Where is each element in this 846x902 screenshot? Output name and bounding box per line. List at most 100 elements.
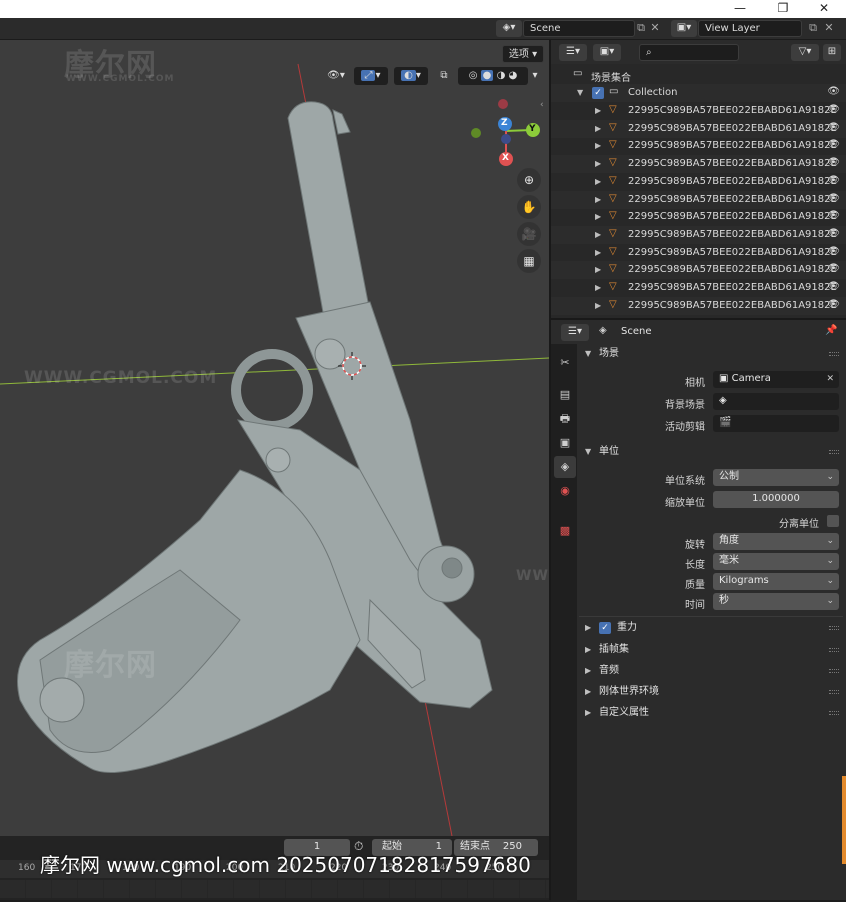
- eye-icon[interactable]: 👁: [827, 263, 840, 274]
- options-dropdown[interactable]: 选项 ▾: [502, 45, 544, 63]
- mass-select[interactable]: Kilograms ⌄: [713, 573, 839, 590]
- view-layer-remove-icon[interactable]: ✕: [822, 20, 836, 37]
- world-tab-icon[interactable]: ◉: [554, 480, 576, 502]
- eye-icon[interactable]: 👁: [827, 228, 840, 239]
- expand-triangle-icon[interactable]: ▶: [595, 124, 601, 133]
- output-tab-icon[interactable]: 🖶: [554, 408, 576, 430]
- panel-grip[interactable]: [829, 711, 839, 715]
- panel-grip[interactable]: [829, 690, 839, 694]
- units-panel-header[interactable]: ▼ 单位: [579, 442, 843, 462]
- time-select[interactable]: 秒 ⌄: [713, 593, 839, 610]
- tool-tab-icon[interactable]: ✂: [554, 352, 576, 374]
- scene-remove-icon[interactable]: ✕: [648, 20, 662, 37]
- unit-scale-field[interactable]: 1.000000: [713, 491, 839, 508]
- shading-dropdown-icon[interactable]: ▾: [528, 67, 542, 85]
- outliner-panel[interactable]: ☰▾ ▣▾ ⌕ ▽▾ ⊞ ▭ 场景集合 ▼ ✓ ▭ Collection 👁 ▶…: [549, 40, 846, 318]
- gizmo-y-label[interactable]: Y: [529, 124, 536, 134]
- gravity-panel-header[interactable]: ▶ ✓ 重力: [579, 618, 843, 638]
- outliner-object-row[interactable]: ▶ ▽ 22995C989BA57BEE022EBABD61A9182E 👁: [551, 261, 846, 280]
- grid-icon[interactable]: ▦: [517, 249, 541, 273]
- eye-icon[interactable]: 👁: [827, 175, 840, 186]
- expand-triangle-icon[interactable]: ▶: [595, 195, 601, 204]
- eye-icon[interactable]: 👁: [827, 246, 840, 257]
- outliner-object-row[interactable]: ▶ ▽ 22995C989BA57BEE022EBABD61A9182E 👁: [551, 137, 846, 155]
- visibility-icon[interactable]: 👁▾: [322, 67, 350, 85]
- expand-triangle-icon[interactable]: ▶: [595, 265, 601, 274]
- expand-triangle-icon[interactable]: ▶: [595, 106, 601, 115]
- scrollbar-indicator[interactable]: [842, 776, 846, 864]
- expand-triangle-icon[interactable]: ▶: [595, 301, 601, 310]
- expand-triangle-icon[interactable]: ▶: [595, 283, 601, 292]
- expand-triangle-icon[interactable]: ▼: [577, 88, 583, 97]
- hand-icon[interactable]: ✋: [517, 195, 541, 219]
- eye-icon[interactable]: 👁: [827, 299, 840, 310]
- outliner-filter-view-icon[interactable]: ▣▾: [593, 44, 621, 61]
- pin-icon[interactable]: 📌: [825, 325, 837, 336]
- rigid-body-panel-header[interactable]: ▶ 刚体世界环境: [579, 682, 843, 702]
- render-tab-icon[interactable]: ▤: [554, 384, 576, 406]
- panel-grip[interactable]: [829, 648, 839, 652]
- length-select[interactable]: 毫米 ⌄: [713, 553, 839, 570]
- properties-editor[interactable]: ☰▾ ◈ Scene 📌 ✂ ▤ 🖶 ▣ ◈ ◉ ▩ ▼ 场景 相机 ▣ Cam…: [549, 318, 846, 902]
- scene-panel-header[interactable]: ▼ 场景: [579, 344, 843, 364]
- minimize-button[interactable]: —: [722, 0, 758, 18]
- view-layer-copy-icon[interactable]: ⧉: [806, 20, 820, 37]
- outliner-object-row[interactable]: ▶ ▽ 22995C989BA57BEE022EBABD61A9182E 👁: [551, 208, 846, 226]
- camera-icon[interactable]: 🎥: [517, 222, 541, 246]
- eye-icon[interactable]: 👁: [827, 104, 840, 115]
- scene-name-field[interactable]: Scene: [523, 20, 635, 37]
- eye-icon[interactable]: 👁: [827, 210, 840, 221]
- timeline-track[interactable]: [0, 880, 549, 898]
- texture-tab-icon[interactable]: ▩: [554, 520, 576, 542]
- unit-system-select[interactable]: 公制 ⌄: [713, 469, 839, 486]
- scene-collection-row[interactable]: ▭ 场景集合: [551, 66, 846, 84]
- background-scene-field[interactable]: ◈: [713, 393, 839, 410]
- eye-icon[interactable]: 👁: [827, 86, 840, 97]
- panel-grip[interactable]: [829, 450, 839, 454]
- zoom-icon[interactable]: ⊕: [517, 168, 541, 192]
- overlay-toggle-icon[interactable]: ◐ ▾: [394, 67, 428, 85]
- editor-type-icon[interactable]: ☰▾: [561, 324, 589, 341]
- audio-panel-header[interactable]: ▶ 音频: [579, 661, 843, 681]
- close-window-button[interactable]: ✕: [806, 0, 842, 18]
- custom-props-panel-header[interactable]: ▶ 自定义属性: [579, 703, 843, 723]
- outliner-object-row[interactable]: ▶ ▽ 22995C989BA57BEE022EBABD61A9182E 👁: [551, 155, 846, 174]
- outliner-object-row[interactable]: ▶ ▽ 22995C989BA57BEE022EBABD61A9182E 👁: [551, 225, 846, 244]
- panel-grip[interactable]: [829, 669, 839, 673]
- keying-sets-panel-header[interactable]: ▶ 插帧集: [579, 640, 843, 660]
- panel-grip[interactable]: [829, 626, 839, 630]
- outliner-object-row[interactable]: ▶ ▽ 22995C989BA57BEE022EBABD61A9182E 👁: [551, 244, 846, 262]
- scene-tab-icon[interactable]: ◈: [554, 456, 576, 478]
- shading-mode-group[interactable]: ◎ ● ◑ ◕: [458, 67, 528, 85]
- scene-copy-icon[interactable]: ⧉: [634, 20, 648, 37]
- gizmo-toggle-icon[interactable]: ⤢ ▾: [354, 67, 388, 85]
- outliner-search-input[interactable]: ⌕: [639, 44, 739, 61]
- scene-selector-icon[interactable]: ◈▾: [496, 20, 522, 37]
- gizmo-z-label[interactable]: Z: [501, 118, 508, 128]
- gravity-checkbox[interactable]: ✓: [599, 622, 611, 634]
- expand-triangle-icon[interactable]: ▶: [595, 248, 601, 257]
- eye-icon[interactable]: 👁: [827, 193, 840, 204]
- gizmo-x-label[interactable]: X: [502, 153, 509, 163]
- xray-toggle-icon[interactable]: ⧉: [434, 67, 454, 85]
- outliner-object-row[interactable]: ▶ ▽ 22995C989BA57BEE022EBABD61A9182E 👁: [551, 119, 846, 138]
- expand-triangle-icon[interactable]: ▶: [595, 177, 601, 186]
- outliner-object-row[interactable]: ▶ ▽ 22995C989BA57BEE022EBABD61A9182E 👁: [551, 173, 846, 191]
- clear-camera-icon[interactable]: ✕: [826, 371, 834, 387]
- filter-icon[interactable]: ▽▾: [791, 44, 819, 61]
- collection-checkbox[interactable]: ✓: [592, 87, 604, 99]
- new-collection-icon[interactable]: ⊞: [823, 44, 841, 61]
- active-clip-field[interactable]: 🎬: [713, 415, 839, 432]
- collection-row[interactable]: ▼ ✓ ▭ Collection 👁: [551, 84, 846, 102]
- eye-icon[interactable]: 👁: [827, 139, 840, 150]
- expand-triangle-icon[interactable]: ▶: [595, 230, 601, 239]
- eye-icon[interactable]: 👁: [827, 281, 840, 292]
- camera-field[interactable]: ▣ Camera ✕: [713, 371, 839, 388]
- expand-triangle-icon[interactable]: ▶: [595, 159, 601, 168]
- 3d-viewport[interactable]: Y Z X 摩尔网 WWW.CGMOL.COM WWW.CGMOL.COM WW…: [0, 40, 549, 836]
- view-layer-tab-icon[interactable]: ▣: [554, 432, 576, 454]
- eye-icon[interactable]: 👁: [827, 157, 840, 168]
- panel-grip[interactable]: [829, 352, 839, 356]
- separate-units-checkbox[interactable]: [827, 515, 839, 527]
- display-mode-icon[interactable]: ☰▾: [559, 44, 587, 61]
